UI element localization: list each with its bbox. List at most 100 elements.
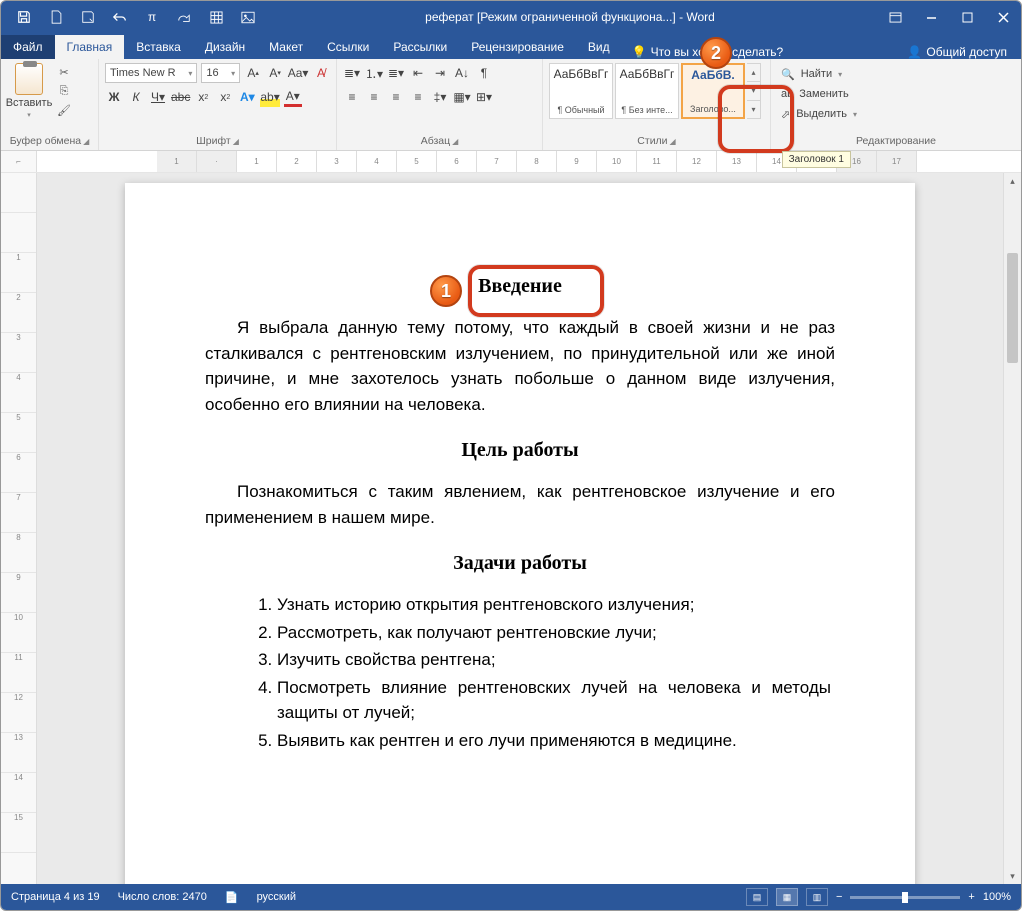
- horizontal-ruler[interactable]: 1·1234567891011121314151617 Заголовок 1: [37, 151, 1021, 172]
- sort-icon[interactable]: A↓: [453, 63, 471, 83]
- image-icon[interactable]: [233, 2, 263, 32]
- maximize-icon[interactable]: [949, 1, 985, 33]
- redo-icon[interactable]: [169, 2, 199, 32]
- doc-task-list: Узнать историю открытия рентгеновского и…: [205, 592, 835, 753]
- align-right-icon[interactable]: ≡: [387, 87, 405, 107]
- style-heading1[interactable]: АаБбВ. Заголово...: [681, 63, 745, 119]
- change-case-icon[interactable]: Aa▾: [288, 63, 308, 83]
- list-item: Узнать историю открытия рентгеновского и…: [277, 592, 835, 618]
- zoom-level[interactable]: 100%: [983, 891, 1011, 903]
- status-page[interactable]: Страница 4 из 19: [11, 891, 100, 903]
- ribbon-tabs: Файл Главная Вставка Дизайн Макет Ссылки…: [1, 33, 1021, 59]
- list-item: Посмотреть влияние рентгеновских лучей н…: [277, 675, 835, 726]
- highlight-icon[interactable]: ab▾: [260, 87, 279, 107]
- styles-more-icon[interactable]: ▾: [747, 101, 760, 118]
- find-button[interactable]: 🔍Найти▾: [777, 65, 1015, 83]
- tab-insert[interactable]: Вставка: [124, 35, 193, 59]
- doc-heading-goal: Цель работы: [205, 435, 835, 465]
- tab-home[interactable]: Главная: [55, 35, 125, 59]
- replace-button[interactable]: abЗаменить: [777, 85, 1015, 103]
- status-language[interactable]: русский: [257, 891, 296, 903]
- format-painter-icon[interactable]: 🖌: [55, 102, 73, 118]
- dialog-launcher-icon[interactable]: ◢: [83, 137, 89, 146]
- status-words[interactable]: Число слов: 2470: [118, 891, 207, 903]
- copy-icon[interactable]: ⎘: [55, 83, 73, 99]
- increase-indent-icon[interactable]: ⇥: [431, 63, 449, 83]
- person-icon: 👤: [907, 45, 922, 59]
- titlebar: π реферат [Режим ограниченной функциона.…: [1, 1, 1021, 33]
- style-normal[interactable]: АаБбВвГг ¶ Обычный: [549, 63, 613, 119]
- styles-up-icon[interactable]: ▴: [747, 64, 760, 82]
- close-icon[interactable]: [985, 1, 1021, 33]
- strike-button[interactable]: abc: [171, 87, 190, 107]
- pilcrow-icon[interactable]: ¶: [475, 63, 493, 83]
- save-as-icon[interactable]: [73, 2, 103, 32]
- save-icon[interactable]: [9, 2, 39, 32]
- decrease-font-icon[interactable]: A▾: [266, 63, 284, 83]
- undo-icon[interactable]: [105, 2, 135, 32]
- bold-button[interactable]: Ж: [105, 87, 123, 107]
- text-effects-icon[interactable]: A▾: [238, 87, 256, 107]
- underline-button[interactable]: Ч▾: [149, 87, 167, 107]
- bullets-icon[interactable]: ≣▾: [343, 63, 361, 83]
- table-icon[interactable]: [201, 2, 231, 32]
- share-button[interactable]: 👤Общий доступ: [907, 45, 1021, 59]
- font-color-icon[interactable]: A▾: [284, 87, 302, 107]
- minimize-icon[interactable]: [913, 1, 949, 33]
- scroll-down-icon[interactable]: ▾: [1004, 868, 1021, 884]
- shading-icon[interactable]: ▦▾: [453, 87, 471, 107]
- vertical-ruler[interactable]: 123456789101112131415: [1, 173, 37, 884]
- ruler: ⌐ 1·1234567891011121314151617 Заголовок …: [1, 151, 1021, 173]
- style-tooltip: Заголовок 1: [782, 151, 851, 168]
- numbering-icon[interactable]: ⒈▾: [365, 63, 383, 83]
- zoom-slider[interactable]: [850, 896, 960, 899]
- font-size-combo[interactable]: 16▾: [201, 63, 240, 83]
- align-left-icon[interactable]: ≡: [343, 87, 361, 107]
- select-button[interactable]: ⬀Выделить▾: [777, 105, 1015, 123]
- clear-format-icon[interactable]: A̸: [312, 63, 330, 83]
- font-name-combo[interactable]: Times New R▾: [105, 63, 197, 83]
- line-spacing-icon[interactable]: ‡▾: [431, 87, 449, 107]
- tab-references[interactable]: Ссылки: [315, 35, 381, 59]
- style-no-spacing[interactable]: АаБбВвГг ¶ Без инте...: [615, 63, 679, 119]
- paste-button[interactable]: Вставить ▾: [7, 63, 51, 119]
- dialog-launcher-icon[interactable]: ◢: [233, 137, 239, 146]
- dialog-launcher-icon[interactable]: ◢: [670, 137, 676, 146]
- borders-icon[interactable]: ⊞▾: [475, 87, 493, 107]
- page[interactable]: Введение Я выбрала данную тему потому, ч…: [125, 183, 915, 884]
- tab-layout[interactable]: Макет: [257, 35, 315, 59]
- tab-review[interactable]: Рецензирование: [459, 35, 576, 59]
- status-proofing-icon[interactable]: 📄: [225, 891, 239, 904]
- tab-mailings[interactable]: Рассылки: [381, 35, 459, 59]
- view-print-icon[interactable]: ▦: [776, 888, 798, 906]
- justify-icon[interactable]: ≡: [409, 87, 427, 107]
- align-center-icon[interactable]: ≡: [365, 87, 383, 107]
- styles-down-icon[interactable]: ▾: [747, 82, 760, 100]
- equation-icon[interactable]: π: [137, 2, 167, 32]
- new-icon[interactable]: [41, 2, 71, 32]
- superscript-icon[interactable]: x2: [216, 87, 234, 107]
- ribbon: Вставить ▾ ✂ ⎘ 🖌 Буфер обмена◢ Times New…: [1, 59, 1021, 151]
- search-icon: 🔍: [781, 68, 795, 81]
- view-web-icon[interactable]: ▥: [806, 888, 828, 906]
- view-read-icon[interactable]: ▤: [746, 888, 768, 906]
- vertical-scrollbar[interactable]: ▴ ▾: [1003, 173, 1021, 884]
- scroll-up-icon[interactable]: ▴: [1004, 173, 1021, 189]
- zoom-in-icon[interactable]: +: [968, 891, 974, 903]
- dialog-launcher-icon[interactable]: ◢: [452, 137, 458, 146]
- ribbon-options-icon[interactable]: [877, 1, 913, 33]
- tell-me[interactable]: 💡Что вы хотите сделать?: [622, 45, 908, 59]
- tab-view[interactable]: Вид: [576, 35, 622, 59]
- multilevel-icon[interactable]: ≣▾: [387, 63, 405, 83]
- tab-file[interactable]: Файл: [1, 35, 55, 59]
- cut-icon[interactable]: ✂: [55, 64, 73, 80]
- document-scroll[interactable]: Введение Я выбрала данную тему потому, ч…: [37, 173, 1003, 884]
- increase-font-icon[interactable]: A▴: [244, 63, 262, 83]
- zoom-out-icon[interactable]: −: [836, 891, 842, 903]
- decrease-indent-icon[interactable]: ⇤: [409, 63, 427, 83]
- cursor-icon: ⬀: [781, 108, 790, 121]
- tab-design[interactable]: Дизайн: [193, 35, 257, 59]
- italic-button[interactable]: К: [127, 87, 145, 107]
- scroll-thumb[interactable]: [1007, 253, 1018, 363]
- subscript-icon[interactable]: x2: [194, 87, 212, 107]
